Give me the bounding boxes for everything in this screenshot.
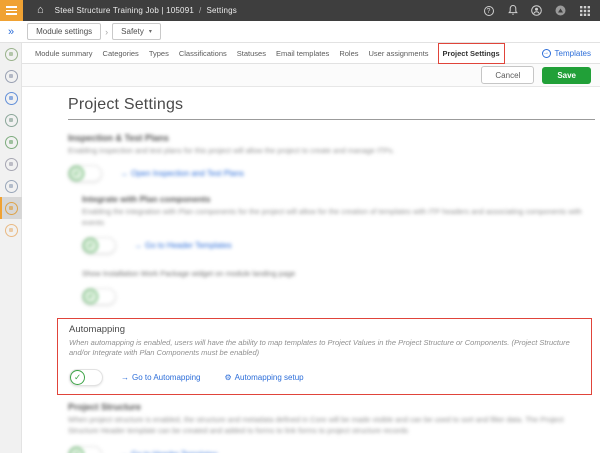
section-project-structure: Project Structure When project structure… bbox=[68, 402, 595, 453]
module-selector-dropdown[interactable]: Safety ▾ bbox=[112, 23, 161, 40]
gear-icon: ⚙ bbox=[225, 373, 232, 382]
check-icon: ✓ bbox=[83, 289, 98, 304]
inspection-section-title: Inspection & Test Plans bbox=[68, 133, 595, 143]
sidebar-module-icon-3[interactable] bbox=[0, 87, 22, 109]
module-selector-label: Safety bbox=[121, 27, 144, 36]
tab-module-summary[interactable]: Module summary bbox=[35, 49, 93, 58]
save-button[interactable]: Save bbox=[542, 67, 591, 84]
avatar[interactable] bbox=[555, 5, 566, 16]
open-itp-link-label: Open Inspection and Test Plans bbox=[131, 169, 244, 178]
header-templates-link[interactable]: → Go to Header Templates bbox=[134, 241, 232, 250]
notifications-bell-icon[interactable] bbox=[507, 5, 518, 16]
structure-header-templates-link[interactable]: → Go to Header Templates bbox=[120, 450, 218, 453]
check-icon: ✓ bbox=[69, 166, 84, 181]
title-divider bbox=[68, 119, 595, 120]
module-4-icon bbox=[5, 114, 18, 127]
sidebar-module-icon-2[interactable] bbox=[0, 65, 22, 87]
section-inspection-test-plans: Inspection & Test Plans Enabling inspect… bbox=[68, 133, 595, 306]
module-breadcrumb-row: » Module settings › Safety ▾ bbox=[0, 21, 600, 43]
module-2-icon bbox=[5, 70, 18, 83]
module-icon-sidebar bbox=[0, 43, 22, 453]
integrate-toggle[interactable]: ✓ bbox=[82, 237, 116, 254]
automapping-setup-label: Automapping setup bbox=[235, 373, 304, 382]
check-icon: ✓ bbox=[70, 370, 85, 385]
automapping-title: Automapping bbox=[69, 324, 581, 335]
sidebar-module-icon-9[interactable] bbox=[0, 219, 22, 241]
tab-classifications[interactable]: Classifications bbox=[179, 49, 227, 58]
module-5-icon bbox=[5, 136, 18, 149]
check-icon: ✓ bbox=[69, 447, 84, 453]
check-icon: ✓ bbox=[83, 238, 98, 253]
settings-crumb: Settings bbox=[206, 6, 237, 15]
automapping-description: When automapping is enabled, users will … bbox=[69, 338, 581, 360]
arrow-right-icon: → bbox=[134, 241, 142, 250]
breadcrumb-separator: / bbox=[199, 6, 201, 15]
open-itp-link[interactable]: → Open Inspection and Test Plans bbox=[120, 169, 244, 178]
structure-header-templates-label: Go to Header Templates bbox=[131, 450, 218, 453]
section-automapping-highlighted: Automapping When automapping is enabled,… bbox=[57, 318, 592, 396]
integrate-title: Integrate with Plan components bbox=[82, 194, 595, 204]
chevron-right-icon: › bbox=[105, 27, 108, 37]
home-icon[interactable]: ⌂ bbox=[37, 0, 44, 21]
module-9-icon bbox=[5, 224, 18, 237]
page-title: Project Settings bbox=[68, 96, 595, 114]
project-structure-description: When project structure is enabled, the s… bbox=[68, 415, 593, 437]
inspection-toggle[interactable]: ✓ bbox=[68, 165, 102, 182]
inspection-section-description: Enabling inspection and test plans for t… bbox=[68, 146, 593, 157]
sidebar-module-icon-6[interactable] bbox=[0, 153, 22, 175]
module-settings-crumb[interactable]: Module settings bbox=[27, 23, 101, 40]
top-bar: ⌂ Steel Structure Training Job | 105091 … bbox=[0, 0, 600, 21]
account-icon[interactable] bbox=[531, 5, 542, 16]
module-6-icon bbox=[5, 158, 18, 171]
circled-arrow-icon: → bbox=[542, 49, 551, 58]
integrate-plan-components-block: Integrate with Plan components Enabling … bbox=[82, 194, 595, 255]
arrow-right-icon: → bbox=[120, 450, 128, 453]
cancel-button[interactable]: Cancel bbox=[481, 66, 534, 84]
go-to-automapping-label: Go to Automapping bbox=[132, 373, 201, 382]
help-icon[interactable]: ? bbox=[483, 5, 494, 16]
module-settings-label: Module settings bbox=[36, 27, 92, 36]
tab-types[interactable]: Types bbox=[149, 49, 169, 58]
settings-tab-bar: Module summary Categories Types Classifi… bbox=[22, 43, 600, 64]
tab-user-assignments[interactable]: User assignments bbox=[369, 49, 429, 58]
apps-grid-icon[interactable] bbox=[579, 5, 590, 16]
module-8-icon bbox=[5, 202, 18, 215]
integrate-description: Enabling the integration with Plan compo… bbox=[82, 207, 595, 229]
module-1-icon bbox=[5, 48, 18, 61]
module-7-icon bbox=[5, 180, 18, 193]
sidebar-module-icon-5[interactable] bbox=[0, 131, 22, 153]
project-structure-title: Project Structure bbox=[68, 402, 595, 412]
sidebar-module-icon-7[interactable] bbox=[0, 175, 22, 197]
header-templates-link-label: Go to Header Templates bbox=[145, 241, 232, 250]
arrow-right-icon: → bbox=[121, 373, 129, 382]
iwp-widget-block: Show Installation Work Package widget on… bbox=[82, 269, 595, 306]
iwp-widget-toggle[interactable]: ✓ bbox=[82, 288, 116, 305]
tab-project-settings[interactable]: Project Settings bbox=[439, 44, 504, 63]
iwp-widget-title: Show Installation Work Package widget on… bbox=[82, 269, 595, 280]
project-breadcrumb-title: Steel Structure Training Job | 105091 / … bbox=[55, 6, 237, 15]
tab-categories[interactable]: Categories bbox=[103, 49, 139, 58]
tab-email-templates[interactable]: Email templates bbox=[276, 49, 329, 58]
expand-sidebar-icon[interactable]: » bbox=[8, 26, 14, 38]
project-name: Steel Structure Training Job | 105091 bbox=[55, 6, 194, 15]
project-structure-toggle[interactable]: ✓ bbox=[68, 446, 102, 453]
arrow-right-icon: → bbox=[120, 169, 128, 178]
sidebar-module-icon-4[interactable] bbox=[0, 109, 22, 131]
templates-link[interactable]: → Templates bbox=[542, 49, 591, 58]
sidebar-module-icon-8-active[interactable] bbox=[0, 197, 22, 219]
automapping-toggle[interactable]: ✓ bbox=[69, 369, 103, 386]
hamburger-menu-icon[interactable] bbox=[0, 0, 23, 21]
action-bar: Cancel Save bbox=[22, 64, 600, 87]
sidebar-module-icon-1[interactable] bbox=[0, 43, 22, 65]
caret-down-icon: ▾ bbox=[149, 28, 152, 35]
project-settings-panel: Project Settings Inspection & Test Plans… bbox=[22, 87, 600, 453]
tab-statuses[interactable]: Statuses bbox=[237, 49, 266, 58]
templates-link-label: Templates bbox=[555, 49, 591, 58]
module-3-icon bbox=[5, 92, 18, 105]
automapping-setup-link[interactable]: ⚙ Automapping setup bbox=[225, 373, 304, 382]
go-to-automapping-link[interactable]: → Go to Automapping bbox=[121, 373, 201, 382]
tab-roles[interactable]: Roles bbox=[339, 49, 358, 58]
